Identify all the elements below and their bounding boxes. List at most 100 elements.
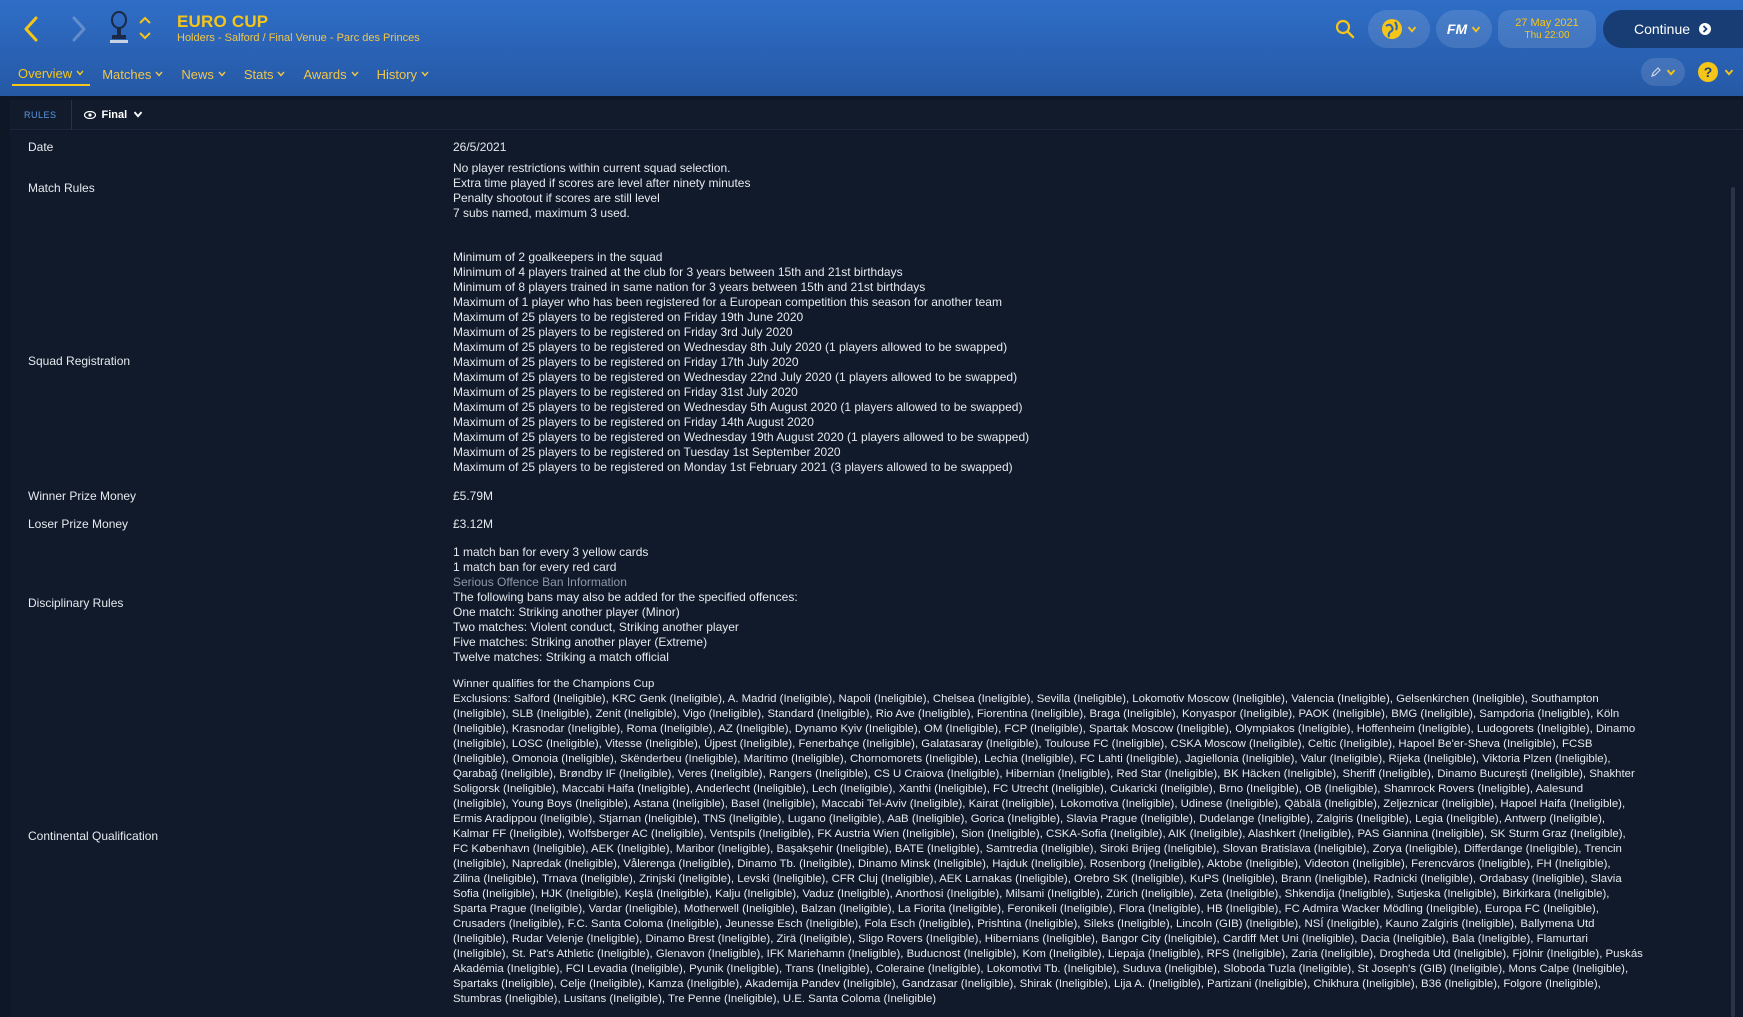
rule-line: Maximum of 25 players to be registered o…	[453, 430, 1030, 444]
rule-value: Minimum of 2 goalkeepers in the squad Mi…	[453, 250, 1733, 475]
chevron-down-icon	[155, 71, 163, 77]
rule-line: FC København (Ineligible), AEK (Ineligib…	[453, 843, 1622, 855]
current-day-time: Thu 22:00	[1524, 30, 1570, 41]
rule-line: Ermis Aradippou (Ineligible), Stjarnan (…	[453, 813, 1606, 825]
menu-history[interactable]: History	[371, 62, 435, 86]
menu-overview[interactable]: Overview	[12, 62, 91, 86]
rule-value: £5.79M	[453, 489, 494, 503]
rule-line: Maximum of 25 players to be registered o…	[453, 310, 804, 324]
rule-label: Date	[28, 140, 54, 154]
rule-line: (Ineligible), Young Boys (Ineligible), A…	[453, 798, 1626, 810]
rule-line: (Ineligible), St. Pat's Athletic (Inelig…	[453, 948, 1643, 960]
chevron-down-icon	[76, 70, 84, 76]
rule-line: Kalmar FF (Ineligible), Wolfsberger AC (…	[453, 828, 1626, 840]
chevron-down-icon	[133, 111, 143, 118]
rules-panel: Date 26/5/2021 Match Rules No player res…	[10, 131, 1743, 1017]
menu-overview-label: Overview	[18, 65, 73, 81]
switch-competition-icon[interactable]	[138, 14, 152, 42]
rule-line: Akadémia (Ineligible), FCI Levadia (Inel…	[453, 963, 1629, 975]
rule-label: Match Rules	[28, 181, 95, 195]
rule-line: Maximum of 1 player who has been registe…	[453, 295, 1002, 309]
menu-stats[interactable]: Stats	[238, 62, 292, 86]
rule-line: Spartaks (Ineligible), Celje (Ineligible…	[453, 978, 1601, 990]
rule-line: (Ineligible), Krasnodar (Ineligible), Ro…	[453, 723, 1636, 735]
competition-crest-icon	[110, 11, 128, 43]
rule-line: 1 match ban for every 3 yellow cards	[453, 545, 649, 559]
menu-stats-label: Stats	[243, 66, 274, 82]
rule-line: Extra time played if scores are level af…	[453, 176, 751, 190]
menu-matches[interactable]: Matches	[96, 62, 169, 86]
rule-line: Winner qualifies for the Champions Cup	[453, 678, 655, 690]
main-menu: Overview Matches News Stats Awards Histo…	[12, 62, 441, 88]
rule-label: Continental Qualification	[28, 829, 159, 843]
chevron-left-icon	[24, 16, 38, 42]
chevron-down-icon	[421, 71, 429, 77]
stage-selector[interactable]: Final	[72, 109, 144, 121]
rule-value: £3.12M	[453, 517, 494, 531]
current-date: 27 May 2021	[1515, 17, 1579, 29]
rule-line: Minimum of 4 players trained at the club…	[453, 265, 903, 279]
rule-line: Penalty shootout if scores are still lev…	[453, 191, 660, 205]
rule-line: Maximum of 25 players to be registered o…	[453, 325, 793, 339]
edit-menu-button[interactable]	[1641, 58, 1685, 86]
rule-label: Loser Prize Money	[28, 517, 129, 531]
rule-line: Maximum of 25 players to be registered o…	[453, 355, 799, 369]
chevron-down-icon	[1724, 69, 1734, 76]
top-bar: EURO CUP Holders - Salford / Final Venue…	[0, 0, 1743, 96]
world-menu-button[interactable]	[1368, 10, 1430, 48]
menu-history-label: History	[376, 66, 418, 82]
rule-line: Qarabağ (Ineligible), Brøndby IF (Inelig…	[453, 768, 1635, 780]
serious-offence-link[interactable]: Serious Offence Ban Information	[453, 575, 1733, 590]
rule-line: The following bans may also be added for…	[453, 590, 798, 604]
rule-line: (Ineligible), LOSC (Ineligible), Vitesse…	[453, 738, 1593, 750]
page-subtitle: Holders - Salford / Final Venue - Parc d…	[177, 32, 420, 44]
help-button[interactable]: ?	[1698, 60, 1738, 84]
rule-line: Soligorsk (Ineligible), Maccabi Haifa (I…	[453, 783, 1584, 795]
pencil-icon	[1651, 67, 1661, 77]
rule-line: Maximum of 25 players to be registered o…	[453, 340, 1008, 354]
rule-label: Winner Prize Money	[28, 489, 137, 503]
chevron-down-icon	[1666, 69, 1676, 76]
rule-line: Maximum of 25 players to be registered o…	[453, 415, 814, 429]
rule-line: One match: Striking another player (Mino…	[453, 605, 680, 619]
rule-line: Minimum of 8 players trained in same nat…	[453, 280, 926, 294]
menu-news[interactable]: News	[175, 62, 232, 86]
rule-value: 1 match ban for every 3 yellow cards 1 m…	[453, 545, 1733, 665]
menu-news-label: News	[181, 66, 214, 82]
sub-toolbar: RULES Final	[10, 99, 1743, 130]
rule-line: 1 match ban for every red card	[453, 560, 617, 574]
tab-rules[interactable]: RULES	[10, 99, 72, 130]
rule-value: No player restrictions within current sq…	[453, 161, 1733, 221]
chevron-down-icon	[351, 71, 359, 77]
globe-icon	[1382, 19, 1402, 39]
stage-selector-label: Final	[101, 108, 128, 121]
rule-line: Maximum of 25 players to be registered o…	[453, 385, 798, 399]
rule-line: Zilina (Ineligible), Trnava (Ineligible)…	[453, 873, 1622, 885]
back-button[interactable]	[16, 14, 46, 44]
menu-matches-label: Matches	[102, 66, 152, 82]
forward-button[interactable]	[64, 14, 94, 44]
rule-line: Maximum of 25 players to be registered o…	[453, 370, 1018, 384]
rule-line: Maximum of 25 players to be registered o…	[453, 460, 1013, 474]
rule-value: 26/5/2021	[453, 140, 507, 154]
rule-line: No player restrictions within current sq…	[453, 161, 731, 175]
chevron-down-icon	[1407, 26, 1417, 33]
search-button[interactable]	[1330, 14, 1360, 44]
fm-logo: FM	[1446, 21, 1468, 37]
rule-line: Maximum of 25 players to be registered o…	[453, 400, 1023, 414]
rule-line: Exclusions: Salford (Ineligible), KRC Ge…	[453, 693, 1599, 705]
arrow-right-circle-icon	[1699, 23, 1712, 35]
menu-awards[interactable]: Awards	[297, 62, 364, 86]
calendar-date-button[interactable]: 27 May 2021 Thu 22:00	[1498, 10, 1596, 48]
rule-line: Stumbras (Ineligible), Lusitans (Ineligi…	[453, 993, 937, 1005]
continue-button[interactable]: Continue	[1603, 10, 1743, 48]
menu-awards-label: Awards	[303, 66, 347, 82]
page-title: EURO CUP	[177, 12, 269, 31]
rule-line: Maximum of 25 players to be registered o…	[453, 445, 841, 459]
rule-line: Sparta Prague (Ineligible), Vardar (Inel…	[453, 903, 1599, 915]
rule-label: Disciplinary Rules	[28, 596, 124, 610]
chevron-right-icon	[72, 16, 86, 42]
fm-menu-button[interactable]: FM	[1436, 10, 1492, 48]
rule-line: (Ineligible), Napredak (Ineligible), Vål…	[453, 858, 1611, 870]
chevron-down-icon	[218, 71, 226, 77]
